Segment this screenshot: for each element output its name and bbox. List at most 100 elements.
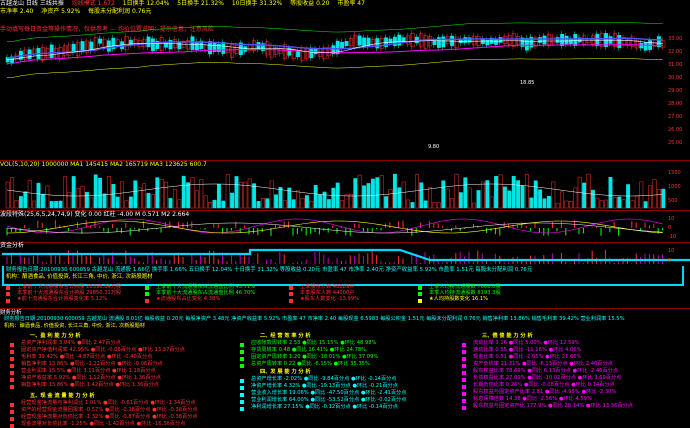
volume-axis-label: 1000 [668,184,681,190]
metric-row: 股东权益与固定资产比 177.9% ●同比 28.14% ●环比 13.36百分… [462,403,633,410]
bullet-icon [418,298,422,303]
metric-text: 经营现金净流量与净利润比 1.01% ●同比 -0.61百分点 ●环比 -1.3… [21,400,196,406]
candle-body [98,38,103,44]
volume-bar [331,187,336,209]
bullet-icon [6,298,10,303]
volume-bar [656,189,661,209]
candle-body [300,47,305,61]
volume-bar [634,195,639,209]
candle-body [221,42,226,54]
volume-bar [564,200,569,209]
volume-bar [120,181,125,209]
candle-body [177,41,182,50]
volume-bar [362,185,367,209]
metric-row: 速动比率 0.55 ●同比 -11.16% ●环比 4.06% [462,347,633,354]
candle-body [296,51,301,58]
bullet-icon [462,391,466,396]
candle-body [463,37,468,43]
bullet-icon [240,392,244,397]
volume-bar [353,178,358,209]
volume-bar [586,173,591,209]
candle-body [406,35,411,45]
oscillator-pane[interactable]: 波段特殊(25,6,5,24,74,9) 变化 0.00 红柱 -4.00 M … [0,210,690,243]
metric-text: 负债权益比率 27.09% ●同比 -10.02百分点 ●环比 3.69百分点 [473,375,622,381]
info-item: ★人均持股数变化 16.1% [418,296,558,303]
volume-bar [274,194,279,209]
volume-bar [450,198,455,209]
bullet-icon [10,356,14,361]
volume-bar [322,191,327,209]
metric-row: 销售净利率 13.86% ●同比 -2.22百分点 ●环比 -0.06百分点 [10,361,185,368]
volume-bar [23,191,28,209]
volume-bar [313,185,318,209]
metric-text: 速动比率 0.55 ●同比 -11.16% ●环比 4.06% [473,347,582,353]
candle-body [269,44,274,58]
metric-row: 经营现金净流量对负债比率 -1.32% ●同比 -0.87百分点 ●环比 -0.… [10,414,198,421]
volume-bar [639,181,644,209]
volume-bar [10,177,15,209]
metric-text: 总资产周转率 0.22 ●同比 -6.15% ●环比 35.35% [251,361,370,367]
info-item-text: ★流通股东占比变化 4.38% [156,296,221,303]
volume-chart[interactable]: 1500 1000 500 [0,160,690,210]
volume-bar [472,202,477,209]
volume-bar [533,180,538,209]
metric-text: 股东权益与固定资产比 177.9% ●同比 28.14% ●环比 13.36百分… [473,403,633,409]
metric-row: 总资产周转率 0.22 ●同比 -6.15% ●环比 35.35% [240,361,378,368]
price-axis-label: 29.00 [668,88,682,94]
candle-body [568,39,573,44]
volume-bar [221,200,226,209]
volume-pane[interactable]: VOL(5,10,20) 1000000 MA1 145415 MA2 1657… [0,160,690,211]
candle-body [542,35,547,45]
volume-bar [480,181,485,209]
flow-axis-label: 10 [668,248,674,254]
candle-body [164,42,169,48]
info-item-text: ★股东人数变化 -13.99% [300,296,360,303]
volume-bar [76,188,81,209]
volume-bar [344,194,349,209]
volume-bar [661,188,666,209]
volume-bar [54,201,59,209]
volume-bar [630,200,635,209]
volume-bar [612,197,617,209]
metric-row: 应收帐款周转率 2.53 ●同比 15.15% ●环比 48.98% [240,340,378,347]
bullet-icon [462,356,466,361]
metric-row: 现金比率 0.51 ●同比 -2.65% ●环比 21.66% [462,354,633,361]
metric-text: 固定资产周转率 1.20 ●同比 -18.01% ●环比 37.09% [251,354,379,360]
metric-row: 经营现金净流量与净利润比 1.01% ●同比 -0.61百分点 ●环比 -1.3… [10,400,198,407]
section-items: 总资产净利润率 3.04% ●同比 2.47百分点 固定资产净值利润率 42.95… [10,340,185,389]
info-item-text: ★人均持股数变化 16.1% [429,296,489,303]
price-chart[interactable]: 33.00 32.00 31.00 30.00 29.00 28.00 27.00 26.00… [0,0,690,160]
volume-bar [45,185,50,209]
price-axis-label: 27.00 [668,114,682,120]
candle-body [511,33,516,47]
metric-row: 营业利润增长率 64.00% ●同比 -53.52百分点 ●环比 -0.02百分… [240,397,406,404]
volume-bar [489,196,494,209]
candle-body [243,46,248,52]
volume-bar [36,182,41,209]
metric-row: 毛利率 39.42% ●同比 -4.87百分点 ●环比 -0.40百分点 [10,354,185,361]
metric-text: 总资产增长率 -2.02% ●同比 -9.84百分点 ●环比 -0.14百分点 [251,376,397,382]
volume-bar [458,192,463,209]
metric-text: 资产的经营现金流量回报率 -0.57% ●同比 -0.28百分点 ●环比 -0.… [21,407,198,413]
volume-bar [212,199,217,209]
bullet-icon [10,423,14,428]
candle-body [124,35,129,51]
candle-body [617,34,622,49]
volume-bar [168,198,173,209]
volume-bar [498,174,503,209]
financial-header-1: 财务报告日期:20100930 600059 古越龙山 流通股 8.01亿 每股… [4,316,625,322]
candle-body [639,42,644,49]
price-chart-pane[interactable]: 33.00 32.00 31.00 30.00 29.00 28.00 27.00 26.00… [0,0,690,161]
metric-row: 负债权益比率 27.09% ●同比 -10.02百分点 ●环比 3.69百分点 [462,375,633,382]
bullet-icon [462,377,466,382]
volume-bar [296,190,301,209]
volume-bar [375,177,380,209]
metric-text: 总资产净利润率 3.04% ●同比 2.47百分点 [21,340,121,346]
candle-body [150,38,155,52]
metric-row: 总资产净利润率 3.04% ●同比 2.47百分点 [10,340,185,347]
candle-body [203,44,208,51]
volume-bar [115,196,120,209]
candle-body [516,36,521,45]
oscillator-chart[interactable]: 10 0 -10 [0,210,690,242]
volume-bar [265,198,270,209]
